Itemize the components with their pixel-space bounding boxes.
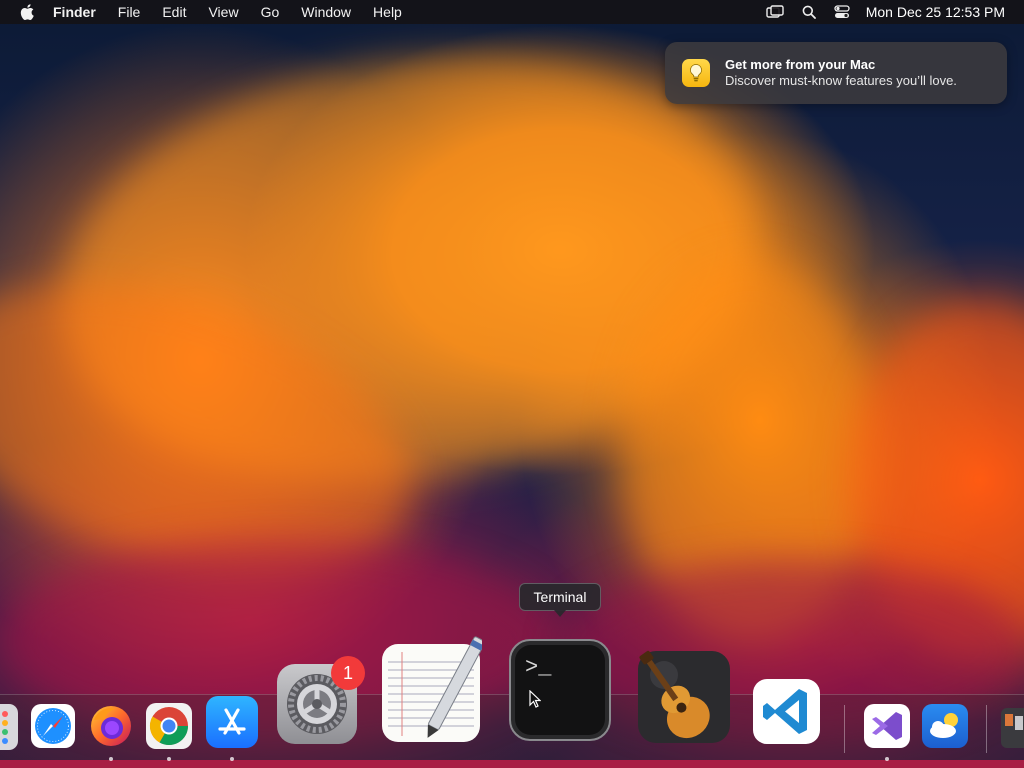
terminal-icon[interactable]: >_ [509, 639, 611, 741]
menu-bar: Finder File Edit View Go Window Help Mon… [0, 0, 1024, 24]
running-indicator [167, 757, 171, 761]
firefox-icon[interactable] [88, 702, 134, 748]
dock-bottom-strip [0, 760, 1024, 768]
menu-edit[interactable]: Edit [162, 4, 186, 20]
weather-icon[interactable] [922, 704, 968, 748]
safari-icon[interactable] [31, 704, 75, 748]
menu-bar-clock[interactable]: Mon Dec 25 12:53 PM [866, 4, 1005, 20]
control-center-icon[interactable] [834, 5, 850, 19]
guitar-icon[interactable] [638, 643, 732, 745]
launchpad-icon[interactable] [0, 704, 18, 750]
menu-go[interactable]: Go [261, 4, 280, 20]
mouse-pointer-icon [529, 689, 542, 713]
dock-separator [986, 705, 987, 753]
svg-text:>_: >_ [525, 655, 552, 680]
notification-title: Get more from your Mac [725, 57, 876, 72]
notification-banner[interactable]: Get more from your Mac Discover must-kno… [665, 42, 1007, 104]
textedit-icon[interactable] [382, 632, 486, 744]
spotlight-search-icon[interactable] [802, 5, 816, 19]
visual-studio-icon[interactable] [864, 704, 910, 748]
menu-file[interactable]: File [118, 4, 141, 20]
menu-view[interactable]: View [208, 4, 238, 20]
menu-help[interactable]: Help [373, 4, 402, 20]
vscode-icon[interactable] [753, 679, 820, 744]
dock-tooltip: Terminal [519, 583, 601, 617]
running-indicator [109, 757, 113, 761]
trash-icon[interactable] [1001, 708, 1024, 748]
lightbulb-icon [682, 59, 710, 87]
running-indicator [230, 757, 234, 761]
dock-separator [844, 705, 845, 753]
apple-logo-icon[interactable] [16, 0, 38, 24]
app-store-icon[interactable] [206, 696, 258, 748]
screen-mirroring-icon[interactable] [766, 5, 784, 19]
notification-body: Discover must-know features you’ll love. [725, 73, 957, 88]
menu-app-name[interactable]: Finder [53, 4, 96, 20]
running-indicator [885, 757, 889, 761]
notification-badge: 1 [331, 656, 365, 690]
menu-window[interactable]: Window [301, 4, 351, 20]
chrome-icon[interactable] [146, 703, 192, 749]
